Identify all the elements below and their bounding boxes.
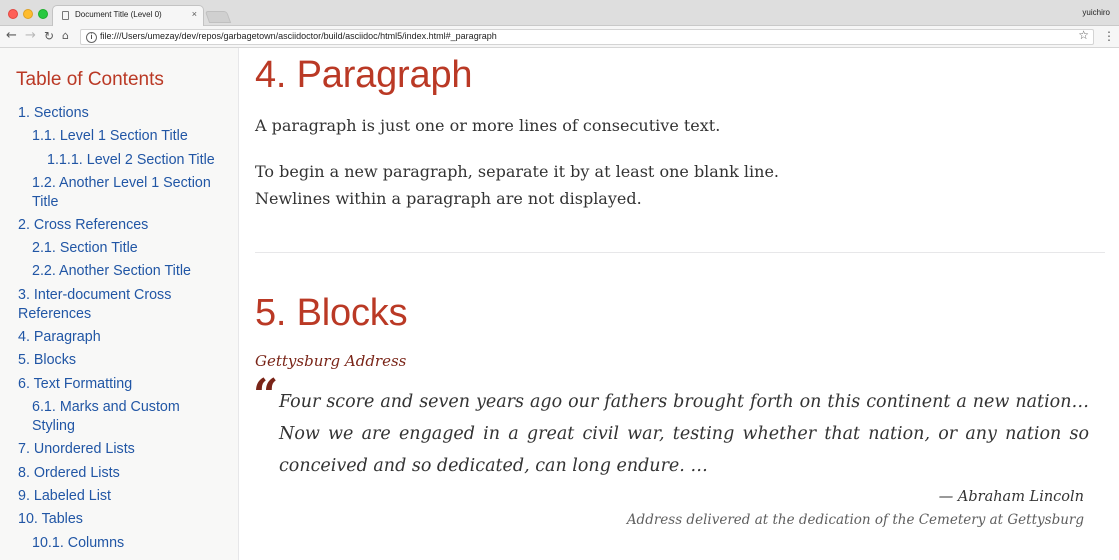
toc-item-section-title[interactable]: 2.1. Section Title — [32, 239, 222, 258]
toc-item-sections[interactable]: 1. Sections — [18, 104, 223, 123]
paragraph-text: A paragraph is just one or more lines of… — [255, 116, 721, 135]
toc-item-marks-custom-styling[interactable]: 6.1. Marks and Custom Styling — [32, 398, 222, 435]
section-divider — [255, 252, 1105, 253]
toc-item-another-section-title[interactable]: 2.2. Another Section Title — [32, 262, 222, 281]
toc-item-columns[interactable]: 10.1. Columns — [32, 534, 222, 553]
address-bar[interactable]: i file:///Users/umezay/dev/repos/garbage… — [80, 28, 1094, 45]
toc-item-level1-section-title[interactable]: 1.1. Level 1 Section Title — [32, 127, 222, 146]
profile-name[interactable]: yuichiro — [1082, 8, 1110, 17]
toc-item-tables[interactable]: 10. Tables — [18, 510, 223, 529]
toc-sidebar: Table of Contents 1. Sections 1.1. Level… — [0, 48, 239, 560]
section-heading-blocks: 5. Blocks — [255, 292, 408, 334]
browser-tab-active[interactable]: Document Title (Level 0) × — [52, 5, 204, 26]
quote-block-title: Gettysburg Address — [255, 352, 407, 370]
browser-toolbar: ← → ↻ ⌂ i file:///Users/umezay/dev/repos… — [0, 26, 1119, 48]
bookmark-star-icon[interactable]: ☆ — [1078, 28, 1089, 42]
browser-titlebar: Document Title (Level 0) × yuichiro — [0, 0, 1119, 26]
new-tab-button[interactable] — [204, 11, 232, 23]
quote-cite-title: Address delivered at the dedication of t… — [626, 512, 1084, 528]
toc-item-cross-references[interactable]: 2. Cross References — [18, 216, 223, 235]
minimize-window-button[interactable] — [23, 9, 33, 19]
maximize-window-button[interactable] — [38, 9, 48, 19]
document-icon — [62, 11, 69, 20]
document-content: 4. Paragraph A paragraph is just one or … — [239, 48, 1119, 560]
toc-item-another-level1-section-title[interactable]: 1.2. Another Level 1 Section Title — [32, 174, 222, 211]
quote-attribution: — Abraham Lincoln — [938, 489, 1084, 505]
close-window-button[interactable] — [8, 9, 18, 19]
browser-menu-icon[interactable]: ⋮ — [1103, 29, 1115, 43]
paragraph-text: To begin a new paragraph, separate it by… — [255, 162, 780, 181]
toc-item-ordered-lists[interactable]: 8. Ordered Lists — [18, 464, 223, 483]
quote-block-text: Four score and seven years ago our fathe… — [279, 386, 1089, 482]
quote-paragraph: Four score and seven years ago our fathe… — [279, 392, 1089, 476]
section-heading-paragraph: 4. Paragraph — [255, 54, 473, 96]
reload-icon[interactable]: ↻ — [44, 28, 54, 44]
tab-title: Document Title (Level 0) — [75, 10, 162, 19]
toc-item-level2-section-title[interactable]: 1.1.1. Level 2 Section Title — [47, 151, 227, 170]
home-icon[interactable]: ⌂ — [62, 28, 69, 44]
toc-item-paragraph[interactable]: 4. Paragraph — [18, 328, 223, 347]
tab-close-icon[interactable]: × — [192, 9, 197, 19]
toc-item-unordered-lists[interactable]: 7. Unordered Lists — [18, 440, 223, 459]
quote-mark-icon: “ — [253, 370, 279, 421]
toc-item-labeled-list[interactable]: 9. Labeled List — [18, 487, 223, 506]
paragraph-text: Newlines within a paragraph are not disp… — [255, 189, 642, 208]
toc-item-inter-document-cross-references[interactable]: 3. Inter-document Cross References — [18, 286, 223, 323]
toc-title: Table of Contents — [16, 69, 164, 90]
forward-arrow-icon[interactable]: → — [25, 28, 36, 44]
back-arrow-icon[interactable]: ← — [6, 28, 17, 44]
toc-item-text-formatting[interactable]: 6. Text Formatting — [18, 375, 223, 394]
url-text[interactable]: file:///Users/umezay/dev/repos/garbageto… — [100, 31, 497, 41]
info-icon[interactable]: i — [86, 32, 97, 43]
toc-item-blocks[interactable]: 5. Blocks — [18, 351, 223, 370]
